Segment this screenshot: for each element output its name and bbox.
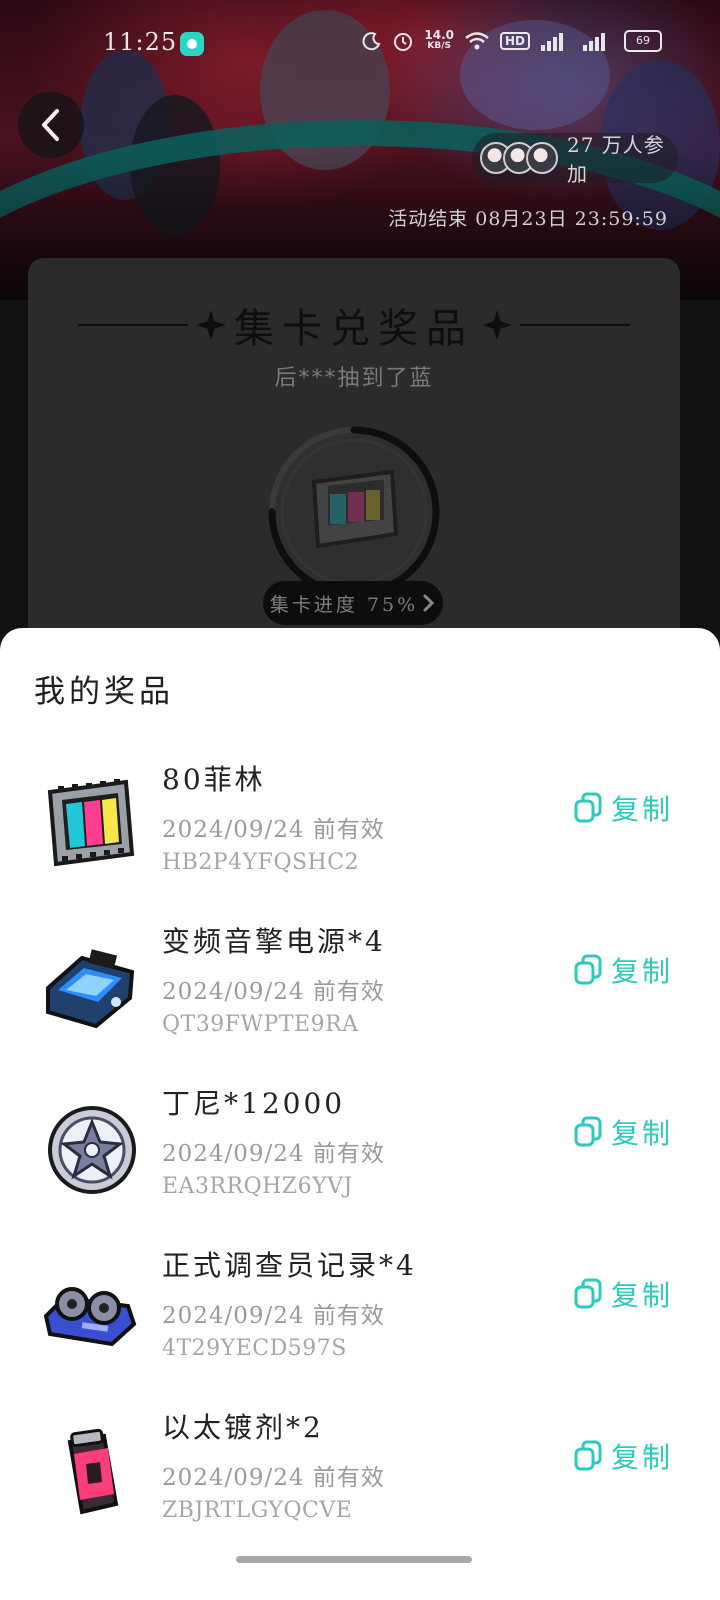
prize-validity: 2024/09/24 前有效 [162, 979, 385, 1005]
event-end-time: 活动结束 08月23日 23:59:59 [388, 208, 668, 230]
winner-ticker: 后***抽到了蓝 [274, 366, 434, 391]
copy-icon [574, 1278, 602, 1309]
battery-indicator: 69 [624, 30, 662, 52]
prize-name: 正式调查员记录*4 [162, 1249, 417, 1282]
copy-icon [574, 1440, 602, 1471]
copy-label: 复制 [611, 955, 674, 988]
participants-badge: 27 万人参加 [472, 133, 678, 186]
prize-item: 变频音擎电源*4 2024/09/24 前有效 QT39FWPTE9RA 复制 [0, 920, 720, 1060]
sparkle-icon [196, 310, 226, 340]
prize-item: 80菲林 2024/09/24 前有效 HB2P4YFQSHC2 复制 [0, 758, 720, 898]
network-speed: 14.0 KB/S [424, 28, 454, 52]
prize-item: 丁尼*12000 2024/09/24 前有效 EA3RRQHZ6YVJ 复制 [0, 1082, 720, 1222]
title-divider [78, 324, 188, 326]
power-supply-icon [42, 938, 138, 1034]
card-title: 集卡兑奖品 [28, 296, 680, 354]
network-speed-unit: KB/S [427, 41, 451, 51]
network-speed-value: 14.0 [424, 28, 454, 42]
film-icon [42, 776, 138, 872]
redeem-code: HB2P4YFQSHC2 [162, 850, 360, 875]
alarm-icon [394, 33, 413, 51]
prize-item: 以太镀剂*2 2024/09/24 前有效 ZBJRTLGYQCVE 复制 [0, 1406, 720, 1546]
progress-ring [264, 422, 444, 602]
prize-validity: 2024/09/24 前有效 [162, 1141, 385, 1167]
participant-avatars [480, 142, 558, 174]
back-button[interactable] [18, 92, 84, 158]
title-divider [520, 324, 630, 326]
participant-count: 27 万人参加 [567, 133, 665, 186]
redeem-code: QT39FWPTE9RA [162, 1012, 359, 1037]
prize-name: 变频音擎电源*4 [162, 925, 386, 958]
sparkle-icon [482, 310, 512, 340]
avatar [526, 142, 558, 174]
prize-validity: 2024/09/24 前有效 [162, 1465, 385, 1491]
hd-badge: HD [499, 32, 530, 50]
copy-code-button[interactable]: 复制 [573, 950, 673, 990]
film-icon [311, 469, 399, 549]
copy-label: 复制 [611, 793, 674, 826]
spray-can-icon [42, 1424, 138, 1520]
copy-code-button[interactable]: 复制 [573, 788, 673, 828]
redeem-code: ZBJRTLGYQCVE [162, 1498, 353, 1523]
copy-icon [574, 792, 602, 823]
copy-label: 复制 [611, 1279, 674, 1312]
collect-progress-button[interactable]: 集卡进度 75% [263, 581, 443, 625]
copy-label: 复制 [611, 1117, 674, 1150]
chevron-left-icon [42, 109, 59, 141]
prize-validity: 2024/09/24 前有效 [162, 1303, 385, 1329]
status-bar: 11:25 14.0 KB/S HD 69 [0, 24, 720, 64]
copy-code-button[interactable]: 复制 [573, 1436, 673, 1476]
home-indicator[interactable] [236, 1556, 472, 1563]
prize-item: 正式调查员记录*4 2024/09/24 前有效 4T29YECD597S 复制 [0, 1244, 720, 1384]
chat-app-icon [180, 32, 204, 56]
prize-validity: 2024/09/24 前有效 [162, 817, 385, 843]
signal-icon [541, 33, 563, 51]
redeem-code: 4T29YECD597S [162, 1336, 347, 1361]
prize-name: 丁尼*12000 [162, 1087, 346, 1120]
collect-card-panel: 集卡兑奖品 后***抽到了蓝 集卡进度 75% [28, 258, 680, 678]
moon-icon [362, 32, 381, 51]
card-title-text: 集卡兑奖品 [234, 306, 474, 352]
prize-name: 以太镀剂*2 [162, 1411, 324, 1444]
copy-code-button[interactable]: 复制 [573, 1112, 673, 1152]
my-prizes-sheet: 我的奖品 80菲林 2024/09/24 前有效 HB2P4YFQSHC2 复制 变频… [0, 628, 720, 1600]
copy-icon [574, 954, 602, 985]
tape-reel-icon [42, 1262, 138, 1358]
signal-icon [583, 33, 605, 51]
status-time: 11:25 [103, 28, 178, 56]
copy-label: 复制 [611, 1441, 674, 1474]
redeem-code: EA3RRQHZ6YVJ [162, 1174, 353, 1199]
coin-icon [42, 1100, 138, 1196]
sheet-title: 我的奖品 [34, 674, 174, 710]
chevron-right-icon [423, 594, 435, 612]
prize-name: 80菲林 [162, 763, 266, 796]
copy-code-button[interactable]: 复制 [573, 1274, 673, 1314]
progress-label: 集卡进度 75% [269, 593, 419, 616]
wifi-icon [465, 32, 489, 50]
copy-icon [574, 1116, 602, 1147]
